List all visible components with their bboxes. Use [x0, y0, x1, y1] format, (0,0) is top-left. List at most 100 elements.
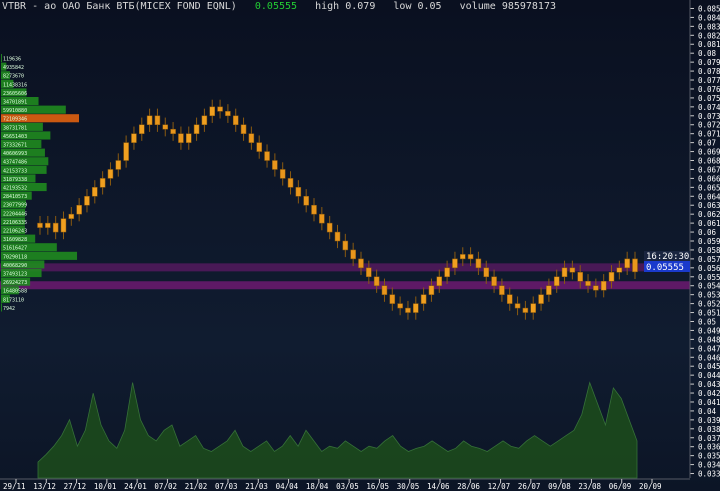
price-chart[interactable]: 119636 4935842 8273670 11438316 23605606 3470…: [0, 0, 720, 491]
candle-body: [514, 303, 521, 309]
profile-label: 72109346: [3, 117, 27, 123]
y-tick-label: 0.059: [698, 237, 720, 246]
y-tick-label: 0.061: [698, 219, 720, 228]
y-tick-label: 0.055: [698, 273, 720, 282]
candle-body: [84, 196, 90, 206]
candle-body: [217, 106, 223, 112]
candle-body: [107, 169, 114, 179]
x-tick-label: 23/08: [578, 482, 601, 491]
profile-label: 16480588: [3, 289, 27, 295]
x-tick-label: 21/03: [245, 482, 268, 491]
y-tick-label: 0.062: [698, 210, 720, 219]
candle-body: [326, 222, 333, 233]
candle-body: [467, 254, 474, 260]
y-tick-label: 0.079: [698, 58, 720, 67]
candle-body: [162, 124, 169, 130]
profile-label: 4935842: [3, 65, 24, 71]
y-tick-label: 0.063: [698, 201, 720, 210]
x-tick-label: 26/07: [518, 482, 541, 491]
profile-label: 59910880: [3, 108, 27, 114]
x-tick-label: 03/05: [336, 482, 359, 491]
x-tick-label: 12/07: [488, 482, 511, 491]
candle-body: [405, 307, 411, 313]
profile-label: 119636: [3, 57, 21, 63]
x-tick-label: 06/09: [609, 482, 632, 491]
candle-body: [311, 204, 317, 215]
profile-label: 28410573: [3, 194, 27, 200]
candle-body: [319, 213, 325, 224]
candle-body: [272, 160, 278, 170]
profile-label: 34701891: [3, 100, 27, 106]
profile-label: 26924273: [3, 280, 27, 286]
candle-body: [483, 267, 489, 278]
profile-label: 40606993: [3, 151, 27, 157]
chart-window: VTBR - ао ОАО Банк ВТБ(MICEX FOND EQNL) …: [0, 0, 720, 491]
candle-body: [256, 142, 262, 152]
candle-body: [334, 231, 341, 242]
profile-label: 70290118: [3, 254, 27, 260]
candle-body: [115, 160, 122, 170]
x-tick-label: 14/06: [427, 482, 450, 491]
time-tag: 16:20:30: [646, 252, 689, 262]
y-tick-label: 0.057: [698, 255, 720, 264]
x-tick-label: 28/06: [457, 482, 480, 491]
candle-body: [92, 187, 98, 197]
x-tick-label: 20/09: [639, 482, 662, 491]
y-tick-label: 0.078: [698, 67, 720, 76]
y-tick-label: 0.038: [698, 425, 720, 434]
profile-label: 11438316: [3, 82, 27, 88]
candle-body: [154, 115, 161, 125]
candle-body: [577, 272, 583, 282]
y-tick-label: 0.083: [698, 22, 720, 31]
candle-body: [506, 294, 513, 304]
profile-bar: [1, 54, 2, 63]
candle-body: [366, 267, 372, 278]
candle-body: [632, 258, 638, 273]
y-tick-label: 0.044: [698, 371, 720, 380]
candle-body: [413, 303, 419, 313]
y-tick-label: 0.037: [698, 434, 720, 443]
candle-body: [193, 124, 200, 134]
candle-body: [76, 204, 82, 215]
candle-body: [170, 128, 176, 134]
profile-label: 40068290: [3, 263, 27, 269]
x-tick-label: 24/01: [124, 482, 147, 491]
profile-label: 31609828: [3, 237, 27, 243]
y-tick-label: 0.067: [698, 165, 720, 174]
y-tick-label: 0.054: [698, 282, 720, 291]
x-tick-label: 30/05: [397, 482, 420, 491]
candle-body: [342, 240, 349, 251]
profile-label: 23077999: [3, 203, 27, 209]
profile-label: 38731781: [3, 125, 27, 131]
candle-body: [295, 187, 302, 197]
candle-body: [530, 303, 536, 313]
y-tick-label: 0.073: [698, 112, 720, 121]
candle-body: [428, 285, 435, 295]
candle-body: [232, 115, 239, 125]
y-tick-label: 0.085: [698, 4, 720, 13]
y-tick-label: 0.045: [698, 362, 720, 371]
candle-body: [522, 307, 529, 313]
y-tick-label: 0.077: [698, 76, 720, 85]
y-tick-label: 0.048: [698, 335, 720, 344]
candle-body: [624, 258, 630, 269]
y-tick-label: 0.046: [698, 353, 720, 362]
candle-body: [389, 294, 396, 304]
y-tick-label: 0.039: [698, 416, 720, 425]
y-tick-label: 0.041: [698, 398, 720, 407]
candle-body: [553, 276, 560, 286]
x-tick-label: 13/12: [33, 482, 56, 491]
profile-label: 43747486: [3, 160, 27, 166]
candle-body: [225, 111, 231, 117]
y-tick-label: 0.065: [698, 183, 720, 192]
price-tags: 16:20:30 0.05555: [644, 251, 690, 273]
y-tick-label: 0.051: [698, 309, 720, 318]
candle-body: [600, 280, 607, 291]
candle-body: [569, 267, 576, 273]
candle-body: [452, 258, 458, 269]
candle-body: [37, 222, 43, 228]
profile-label: 37493123: [3, 272, 27, 278]
profile-label: 45651403: [3, 134, 27, 140]
y-tick-label: 0.076: [698, 85, 720, 94]
profile-label: 37332671: [3, 143, 27, 149]
